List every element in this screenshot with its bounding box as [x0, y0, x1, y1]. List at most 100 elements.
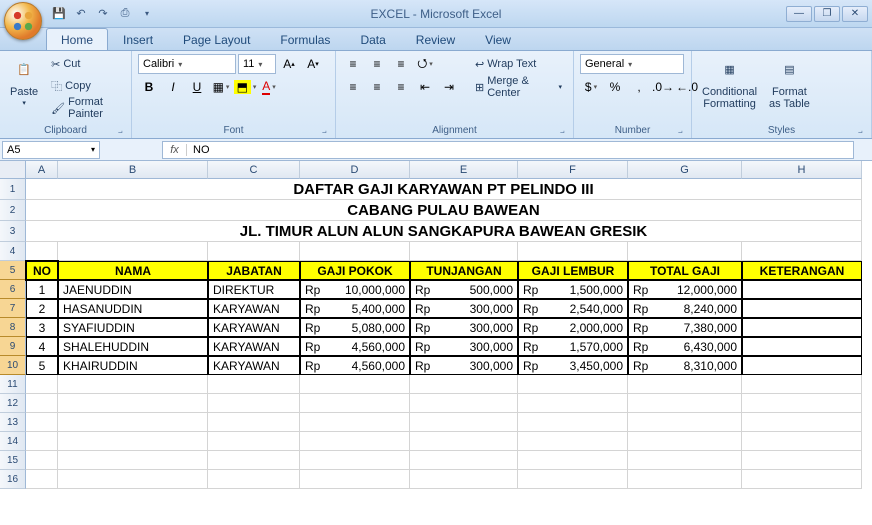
- fx-button[interactable]: fx: [163, 144, 187, 156]
- increase-font-icon[interactable]: A▴: [278, 54, 300, 74]
- cell[interactable]: Rp6,430,000: [628, 337, 742, 356]
- cell[interactable]: Rp2,540,000: [518, 299, 628, 318]
- col-header-E[interactable]: E: [410, 161, 518, 179]
- cell[interactable]: [742, 356, 862, 375]
- title-row-3[interactable]: JL. TIMUR ALUN ALUN SANGKAPURA BAWEAN GR…: [26, 221, 862, 242]
- font-color-button[interactable]: A: [258, 77, 280, 97]
- cell[interactable]: [628, 413, 742, 432]
- tab-review[interactable]: Review: [401, 28, 470, 50]
- cell[interactable]: [742, 413, 862, 432]
- cell[interactable]: SYAFIUDDIN: [58, 318, 208, 337]
- cell[interactable]: KARYAWAN: [208, 318, 300, 337]
- row-header-1[interactable]: 1: [0, 179, 26, 200]
- row-header-15[interactable]: 15: [0, 451, 26, 470]
- title-row-1[interactable]: DAFTAR GAJI KARYAWAN PT PELINDO III: [26, 179, 862, 200]
- cell[interactable]: 2: [26, 299, 58, 318]
- cell[interactable]: [300, 470, 410, 489]
- cell[interactable]: [742, 470, 862, 489]
- row-header-14[interactable]: 14: [0, 432, 26, 451]
- cell[interactable]: [742, 280, 862, 299]
- cell[interactable]: [58, 242, 208, 261]
- col-header-H[interactable]: H: [742, 161, 862, 179]
- cell[interactable]: [58, 375, 208, 394]
- cell[interactable]: [58, 413, 208, 432]
- cell[interactable]: [742, 337, 862, 356]
- cell[interactable]: [58, 451, 208, 470]
- cell[interactable]: [26, 394, 58, 413]
- cell[interactable]: [410, 413, 518, 432]
- cell[interactable]: SHALEHUDDIN: [58, 337, 208, 356]
- cell[interactable]: [518, 413, 628, 432]
- cell[interactable]: [518, 451, 628, 470]
- orientation-icon[interactable]: ⭯: [414, 54, 436, 74]
- title-row-2[interactable]: CABANG PULAU BAWEAN: [26, 200, 862, 221]
- cell[interactable]: [58, 470, 208, 489]
- tab-formulas[interactable]: Formulas: [265, 28, 345, 50]
- col-header-C[interactable]: C: [208, 161, 300, 179]
- row-header-5[interactable]: 5: [0, 261, 26, 280]
- cell[interactable]: 4: [26, 337, 58, 356]
- cell[interactable]: Rp12,000,000: [628, 280, 742, 299]
- tab-view[interactable]: View: [470, 28, 526, 50]
- cell[interactable]: KARYAWAN: [208, 337, 300, 356]
- underline-button[interactable]: U: [186, 77, 208, 97]
- office-button[interactable]: [4, 2, 42, 40]
- cell[interactable]: [300, 394, 410, 413]
- cell[interactable]: Rp500,000: [410, 280, 518, 299]
- cell[interactable]: [628, 432, 742, 451]
- row-header-11[interactable]: 11: [0, 375, 26, 394]
- cell[interactable]: Rp2,000,000: [518, 318, 628, 337]
- cell[interactable]: Rp8,310,000: [628, 356, 742, 375]
- maximize-button[interactable]: ❐: [814, 6, 840, 22]
- cell[interactable]: 1: [26, 280, 58, 299]
- decrease-font-icon[interactable]: A▾: [302, 54, 324, 74]
- redo-icon[interactable]: ↷: [94, 5, 112, 23]
- cell[interactable]: [742, 451, 862, 470]
- cell[interactable]: [208, 413, 300, 432]
- row-header-12[interactable]: 12: [0, 394, 26, 413]
- cell[interactable]: [26, 432, 58, 451]
- col-header-G[interactable]: G: [628, 161, 742, 179]
- cell[interactable]: Rp1,570,000: [518, 337, 628, 356]
- cell[interactable]: [58, 432, 208, 451]
- merge-center-button[interactable]: ⊞Merge & Center▾: [470, 77, 567, 97]
- bold-button[interactable]: B: [138, 77, 160, 97]
- minimize-button[interactable]: —: [786, 6, 812, 22]
- cell[interactable]: JAENUDDIN: [58, 280, 208, 299]
- cell[interactable]: [742, 318, 862, 337]
- cell[interactable]: Rp4,560,000: [300, 337, 410, 356]
- cell[interactable]: [518, 375, 628, 394]
- cell[interactable]: [208, 242, 300, 261]
- col-header-D[interactable]: D: [300, 161, 410, 179]
- qat-dropdown-icon[interactable]: ▾: [138, 5, 156, 23]
- row-header-9[interactable]: 9: [0, 337, 26, 356]
- cell[interactable]: NAMA: [58, 261, 208, 280]
- copy-button[interactable]: ⿻Copy: [46, 76, 125, 96]
- cell[interactable]: Rp8,240,000: [628, 299, 742, 318]
- cell[interactable]: KARYAWAN: [208, 356, 300, 375]
- wrap-text-button[interactable]: ↩Wrap Text: [470, 54, 567, 74]
- cell[interactable]: [58, 394, 208, 413]
- col-header-A[interactable]: A: [26, 161, 58, 179]
- cell[interactable]: KHAIRUDDIN: [58, 356, 208, 375]
- increase-indent-icon[interactable]: ⇥: [438, 77, 460, 97]
- format-painter-button[interactable]: 🖌Format Painter: [46, 98, 125, 118]
- cell[interactable]: Rp1,500,000: [518, 280, 628, 299]
- cell[interactable]: GAJI LEMBUR: [518, 261, 628, 280]
- tab-page-layout[interactable]: Page Layout: [168, 28, 265, 50]
- name-box[interactable]: A5▾: [2, 141, 100, 159]
- align-bottom-icon[interactable]: ≡: [390, 54, 412, 74]
- font-name-combo[interactable]: Calibri▾: [138, 54, 236, 74]
- tab-insert[interactable]: Insert: [108, 28, 168, 50]
- cell[interactable]: [628, 451, 742, 470]
- cell[interactable]: [628, 375, 742, 394]
- cell[interactable]: [300, 375, 410, 394]
- cell[interactable]: [742, 394, 862, 413]
- cell[interactable]: [518, 242, 628, 261]
- cell[interactable]: [26, 451, 58, 470]
- tab-data[interactable]: Data: [345, 28, 400, 50]
- cell[interactable]: [410, 432, 518, 451]
- close-button[interactable]: ✕: [842, 6, 868, 22]
- cell[interactable]: NO: [26, 261, 58, 280]
- cell[interactable]: [742, 375, 862, 394]
